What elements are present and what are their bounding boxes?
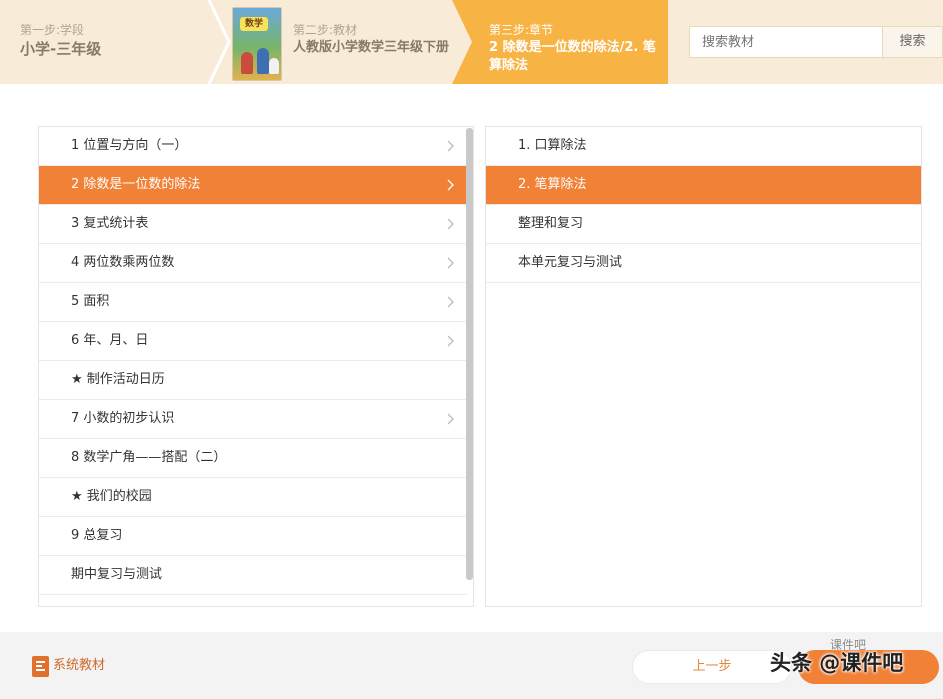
section-label: 本单元复习与测试 xyxy=(518,255,623,270)
section-label: 整理和复习 xyxy=(518,216,584,231)
chevron-right-icon xyxy=(447,413,454,425)
section-label: 1. 口算除法 xyxy=(518,138,587,153)
step-2-value: 人教版小学数学三年级下册 xyxy=(293,40,450,55)
chapter-list-scrollbar[interactable] xyxy=(466,128,473,580)
chapter-label: ★ 我们的校园 xyxy=(71,489,152,504)
step-1-value: 小学-三年级 xyxy=(20,40,102,58)
textbook-icon xyxy=(32,656,49,677)
chapter-item[interactable]: 1 位置与方向（一） xyxy=(39,127,467,166)
section-item[interactable]: 本单元复习与测试 xyxy=(486,244,921,283)
chapter-item[interactable]: ★ 制作活动日历 xyxy=(39,361,467,400)
chapter-label: 1 位置与方向（一） xyxy=(71,138,188,153)
chapter-label: 5 面积 xyxy=(71,294,110,309)
step-1-stage[interactable]: 第一步:学段 小学-三年级 xyxy=(0,0,220,84)
chevron-right-icon xyxy=(447,257,454,269)
chapter-item[interactable]: 3 复式统计表 xyxy=(39,205,467,244)
section-label: 2. 笔算除法 xyxy=(518,177,587,192)
step-separator-icon xyxy=(207,0,231,84)
chapter-label: 2 除数是一位数的除法 xyxy=(71,177,201,192)
chevron-right-icon xyxy=(447,335,454,347)
section-list: 1. 口算除法 2. 笔算除法 整理和复习 本单元复习与测试 xyxy=(485,126,922,607)
prev-step-button[interactable]: 上一步 xyxy=(632,650,792,684)
chevron-right-icon xyxy=(447,179,454,191)
chapter-item[interactable]: ★ 我们的校园 xyxy=(39,478,467,517)
chapter-item[interactable]: 6 年、月、日 xyxy=(39,322,467,361)
chapter-item[interactable]: 7 小数的初步认识 xyxy=(39,400,467,439)
search-input[interactable] xyxy=(689,26,883,58)
search-button[interactable]: 搜索 xyxy=(882,26,943,58)
chapter-label: ★ 制作活动日历 xyxy=(71,372,165,387)
step-2-label: 第二步:教材 xyxy=(293,23,358,37)
chapter-label: 8 数学广角——搭配（二） xyxy=(71,450,227,465)
chevron-right-icon xyxy=(447,296,454,308)
chapter-label: 6 年、月、日 xyxy=(71,333,149,348)
watermark: 头条 @课件吧 xyxy=(770,651,904,675)
section-item-active[interactable]: 2. 笔算除法 xyxy=(486,166,921,205)
chapter-label: 4 两位数乘两位数 xyxy=(71,255,175,270)
system-textbook-link[interactable]: 系统教材 xyxy=(53,657,105,675)
chapter-label: 期中复习与测试 xyxy=(71,567,163,582)
textbook-cover-image: 数学 xyxy=(232,7,282,81)
chapter-item[interactable]: 5 面积 xyxy=(39,283,467,322)
step-header: 第一步:学段 小学-三年级 数学 第二步:教材 人教版小学数学三年级下册 第三步… xyxy=(0,0,943,84)
chevron-right-icon xyxy=(447,140,454,152)
section-item[interactable]: 整理和复习 xyxy=(486,205,921,244)
chapter-item[interactable]: 8 数学广角——搭配（二） xyxy=(39,439,467,478)
chapter-item[interactable]: 4 两位数乘两位数 xyxy=(39,244,467,283)
step-arrow-icon xyxy=(452,0,472,84)
step-3-chapter[interactable]: 第三步:章节 2 除数是一位数的除法/2. 笔算除法 xyxy=(452,0,668,84)
chapter-item-active[interactable]: 2 除数是一位数的除法 xyxy=(39,166,467,205)
chapter-list: 1 位置与方向（一） 2 除数是一位数的除法 3 复式统计表 4 两位数乘两位数… xyxy=(38,126,474,607)
section-item[interactable]: 1. 口算除法 xyxy=(486,127,921,166)
chapter-label: 3 复式统计表 xyxy=(71,216,149,231)
chapter-item[interactable]: 期中复习与测试 xyxy=(39,556,467,595)
chapter-label: 9 总复习 xyxy=(71,528,123,543)
chapter-label: 7 小数的初步认识 xyxy=(71,411,175,426)
cover-title: 数学 xyxy=(240,17,268,31)
chevron-right-icon xyxy=(447,218,454,230)
step-3-value: 2 除数是一位数的除法/2. 笔算除法 xyxy=(489,40,656,73)
chapter-item[interactable]: 9 总复习 xyxy=(39,517,467,556)
step-3-label: 第三步:章节 xyxy=(489,23,554,37)
step-1-label: 第一步:学段 xyxy=(20,23,85,37)
